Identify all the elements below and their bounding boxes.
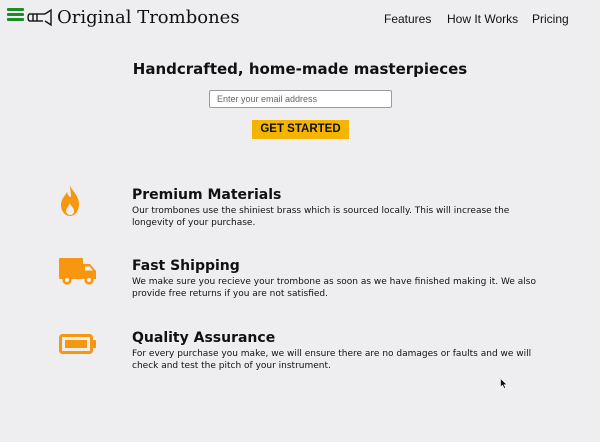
mouse-cursor-icon [500,378,508,389]
feature-description: Our trombones use the shiniest brass whi… [132,206,510,228]
hamburger-menu-icon[interactable] [7,8,24,22]
fire-icon [61,185,79,216]
feature-description: We make sure you recieve your trombone a… [132,277,536,299]
site-header: Original Trombones Features How It Works… [0,0,600,40]
trombone-logo-icon [27,8,52,27]
feature-title: Fast Shipping [132,258,240,274]
truck-icon [59,258,96,285]
brand-name[interactable]: Original Trombones [57,7,240,28]
nav-link-pricing[interactable]: Pricing [532,12,569,26]
battery-icon [59,334,96,354]
feature-title: Quality Assurance [132,330,276,346]
feature-title: Premium Materials [132,187,282,203]
get-started-button[interactable]: GET STARTED [252,120,349,139]
nav-link-features[interactable]: Features [384,12,431,26]
nav-link-how-it-works[interactable]: How It Works [447,12,518,26]
email-input[interactable] [209,90,392,108]
feature-description: For every purchase you make, we will ens… [132,349,532,371]
hero-title: Handcrafted, home-made masterpieces [132,60,468,78]
